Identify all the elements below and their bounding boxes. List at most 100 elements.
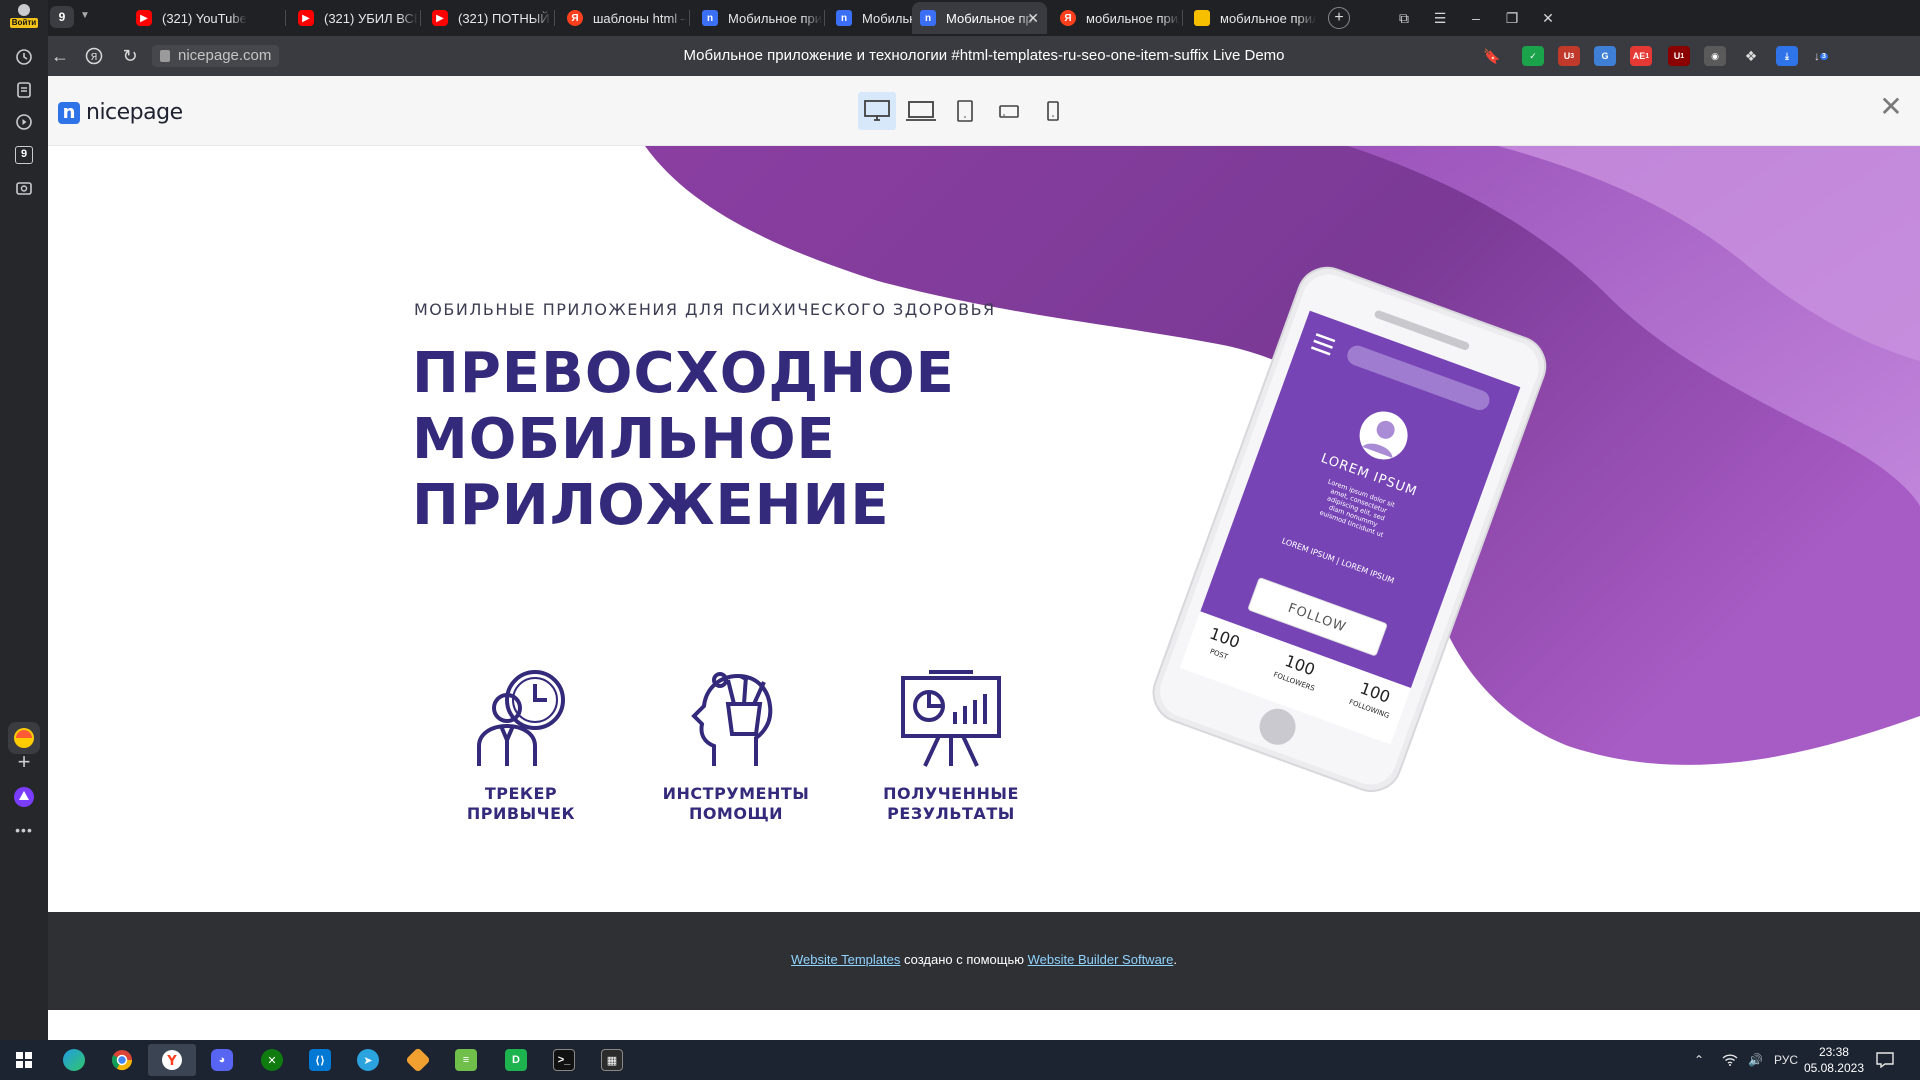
close-tab-icon[interactable]: ✕	[1027, 10, 1039, 27]
habit-tracker-icon	[477, 670, 565, 766]
tab-count-button[interactable]: 9	[50, 6, 74, 28]
login-badge: Войти	[9, 18, 39, 28]
site-footer: Website Templates создано с помощью Webs…	[48, 912, 1920, 1010]
notepad-icon[interactable]: ≡	[442, 1044, 490, 1076]
vscode-icon[interactable]: ⟨⟩	[296, 1044, 344, 1076]
website-templates-link[interactable]: Website Templates	[791, 952, 900, 967]
downloads-counter-icon[interactable]: ↓ 3	[1810, 46, 1832, 66]
aliexpress-icon[interactable]: AE 1	[1630, 46, 1652, 66]
hero-subheading: МОБИЛЬНЫЕ ПРИЛОЖЕНИЯ ДЛЯ ПСИХИЧЕСКОГО ЗД…	[414, 300, 996, 319]
tab-label: шаблоны html — Ян	[593, 10, 687, 26]
tab-counter-icon[interactable]: 9	[12, 143, 36, 167]
ublock-icon[interactable]: U3	[1558, 46, 1580, 66]
feature-label: ПОЛУЧЕННЫЕ РЕЗУЛЬТАТЫ	[883, 784, 1019, 823]
nicepage-logo-text: nicepage	[86, 100, 183, 125]
add-panel-icon[interactable]: +	[12, 749, 36, 774]
tab-list-dropdown-icon[interactable]: ▼	[80, 10, 90, 21]
history-icon[interactable]	[12, 45, 36, 69]
tab-label: мобильное прилож	[1086, 10, 1180, 26]
collections-icon[interactable]	[12, 78, 36, 102]
tab-youtube[interactable]: ▶ (321) YouTube	[128, 2, 283, 34]
download-icon[interactable]: ⤓	[1776, 46, 1798, 66]
yandex-images-favicon	[1194, 10, 1210, 26]
language-indicator[interactable]: РУС	[1774, 1040, 1798, 1080]
cmd-icon[interactable]: >_	[540, 1044, 588, 1076]
screenshot-icon[interactable]	[12, 176, 36, 200]
footer-period: .	[1173, 952, 1177, 967]
headline-line: ПРЕВОСХОДНОЕ	[412, 341, 955, 406]
puzzle-icon[interactable]: ❖	[1740, 46, 1762, 66]
youtube-favicon: ▶	[136, 10, 152, 26]
feature-results: ПОЛУЧЕННЫЕ РЕЗУЛЬТАТЫ	[866, 666, 1036, 824]
tab-label: (321) YouTube	[162, 10, 247, 26]
clock-date: 05.08.2023	[1803, 1061, 1864, 1075]
tab-youtube-3[interactable]: ▶ (321) ПОТНЫЙ GUN	[424, 2, 552, 34]
feature-habit-tracker: ТРЕКЕР ПРИВЫЧЕК	[436, 666, 606, 824]
tab-label: Мобильное прилож	[728, 10, 822, 26]
calculator-icon[interactable]: ▦	[588, 1044, 636, 1076]
show-hidden-icons[interactable]: ⌃	[1694, 1040, 1704, 1080]
tab-yandex-search[interactable]: Яшаблоны html — Ян	[559, 2, 687, 34]
nicepage-logo[interactable]: n nicepage	[58, 100, 183, 125]
bookmark-icon[interactable]: 🔖	[1480, 44, 1504, 68]
desktop-view-icon[interactable]	[858, 92, 896, 130]
tab-counter: 9	[15, 146, 33, 164]
minimize-icon[interactable]: –	[1464, 6, 1488, 30]
svg-text:Y: Y	[166, 1054, 177, 1069]
website-builder-link[interactable]: Website Builder Software	[1028, 952, 1174, 967]
feature-label: ТРЕКЕР ПРИВЫЧЕК	[466, 784, 576, 823]
nicepage-preview-toolbar: n nicepage ✕	[48, 76, 1920, 146]
terminal-d-icon[interactable]: D	[492, 1044, 540, 1076]
ublock-origin-icon[interactable]: U1	[1668, 46, 1690, 66]
translate-icon[interactable]: G	[1594, 46, 1616, 66]
chrome-icon[interactable]	[98, 1044, 146, 1076]
new-tab-button[interactable]: +	[1328, 7, 1350, 29]
clock-time: 23:38	[1818, 1045, 1849, 1059]
telegram-icon[interactable]: ➤	[344, 1044, 392, 1076]
headline-line: МОБИЛЬНОЕ	[412, 407, 836, 472]
tab-youtube-2[interactable]: ▶ (321) УБИЛ ВСЕХ ЧЕ	[290, 2, 418, 34]
more-icon[interactable]: •••	[12, 818, 36, 842]
youtube-favicon: ▶	[432, 10, 448, 26]
owl-icon[interactable]: ◉	[1704, 46, 1726, 66]
alice-icon[interactable]	[12, 785, 36, 809]
yandex-browser-icon[interactable]: Y	[148, 1044, 196, 1076]
windows-taskbar: Y ◕ ✕ ⟨⟩ ➤ ≡ D >_ ▦ ⌃ 🔊 РУС 23:38 05.08.…	[0, 1040, 1920, 1080]
page-bottom-area	[48, 1010, 1920, 1040]
play-icon[interactable]	[12, 110, 36, 134]
tablet-view-icon[interactable]	[946, 92, 984, 130]
headline-line: ПРИЛОЖЕНИЕ	[412, 473, 890, 538]
restore-icon[interactable]: ❐	[1500, 6, 1524, 30]
xbox-icon[interactable]: ✕	[248, 1044, 296, 1076]
adguard-icon[interactable]: ✓	[1522, 46, 1544, 66]
login-button[interactable]: Войти	[6, 2, 42, 34]
feature-label: ИНСТРУМЕНТЫ ПОМОЩИ	[662, 784, 810, 823]
laptop-view-icon[interactable]	[902, 92, 940, 130]
tab-nicepage-1[interactable]: n Мобильное прилож	[694, 2, 822, 34]
hero-section: МОБИЛЬНЫЕ ПРИЛОЖЕНИЯ ДЛЯ ПСИХИЧЕСКОГО ЗД…	[48, 146, 1920, 912]
tab-nicepage-active[interactable]: n Мобильное прил ✕	[912, 2, 1047, 34]
network-icon[interactable]	[1722, 1040, 1738, 1080]
close-window-icon[interactable]: ✕	[1536, 6, 1560, 30]
tab-label: (321) ПОТНЫЙ GUN	[458, 10, 552, 26]
system-clock[interactable]: 23:38 05.08.2023	[1804, 1044, 1864, 1076]
windows-start-icon[interactable]	[0, 1044, 48, 1076]
phone-view-icon[interactable]	[1034, 92, 1072, 130]
nicepage-logo-mark: n	[58, 101, 80, 124]
menu-icon[interactable]: ☰	[1428, 6, 1452, 30]
feature-help-tools: ИНСТРУМЕНТЫ ПОМОЩИ	[651, 666, 821, 824]
tab-yandex-query[interactable]: Ямобильное прилож	[1052, 2, 1180, 34]
git-icon[interactable]	[394, 1044, 442, 1076]
tablet-landscape-view-icon[interactable]	[990, 92, 1028, 130]
edge-icon[interactable]	[50, 1044, 98, 1076]
yandex-favicon: Я	[567, 10, 583, 26]
volume-icon[interactable]: 🔊	[1748, 1040, 1763, 1080]
tab-yandex-images[interactable]: мобильное прилож	[1186, 2, 1316, 34]
discord-icon[interactable]: ◕	[198, 1044, 246, 1076]
yandex-favicon: Я	[1060, 10, 1076, 26]
notifications-icon[interactable]	[1876, 1040, 1894, 1080]
tab-label: (321) УБИЛ ВСЕХ ЧЕ	[324, 10, 418, 26]
youtube-favicon: ▶	[298, 10, 314, 26]
close-preview-icon[interactable]: ✕	[1876, 92, 1906, 122]
bookmarks-panel-icon[interactable]: ⧉	[1392, 6, 1416, 30]
